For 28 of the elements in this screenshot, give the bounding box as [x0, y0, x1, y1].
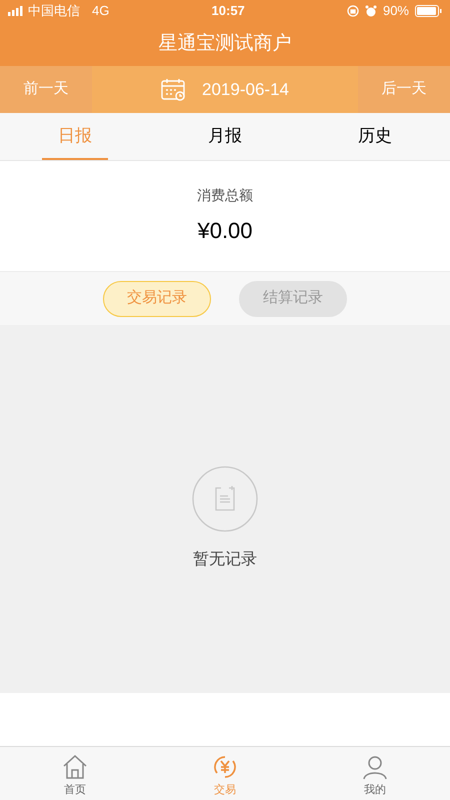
person-icon — [362, 754, 388, 780]
previous-day-button[interactable]: 前一天 — [0, 66, 92, 113]
report-tab[interactable]: 月报 — [192, 113, 258, 160]
alarm-icon — [364, 5, 377, 17]
report-tab[interactable]: 日报 — [42, 113, 108, 160]
bottom-nav-tab[interactable]: 我的 — [362, 747, 388, 800]
signal-icon — [8, 6, 24, 16]
report-tab[interactable]: 历史 — [342, 113, 408, 160]
battery-icon — [415, 5, 442, 17]
document-icon — [192, 466, 258, 532]
network-type: 4G — [92, 2, 110, 20]
next-day-button[interactable]: 后一天 — [358, 66, 450, 113]
carrier-name: 中国电信 — [28, 2, 80, 20]
bottom-nav-tab[interactable]: 首页 — [62, 747, 88, 800]
yuan-exchange-icon — [212, 754, 238, 780]
bottom-nav-tab[interactable]: 交易 — [212, 747, 238, 800]
rotation-lock-icon — [346, 5, 359, 17]
calendar-icon — [161, 78, 186, 102]
record-tab[interactable]: 结算记录 — [239, 280, 347, 316]
battery-percent: 90% — [382, 2, 409, 20]
page-title: 星通宝测试商户 — [158, 32, 292, 56]
total-amount: ¥0.00 — [197, 217, 253, 245]
empty-message: 暂无记录 — [193, 550, 257, 570]
current-date: 2019-06-14 — [202, 78, 289, 101]
clock-time: 10:57 — [212, 2, 245, 20]
summary-label: 消费总额 — [197, 186, 253, 205]
home-icon — [62, 754, 88, 780]
record-tab[interactable]: 交易记录 — [103, 280, 211, 316]
